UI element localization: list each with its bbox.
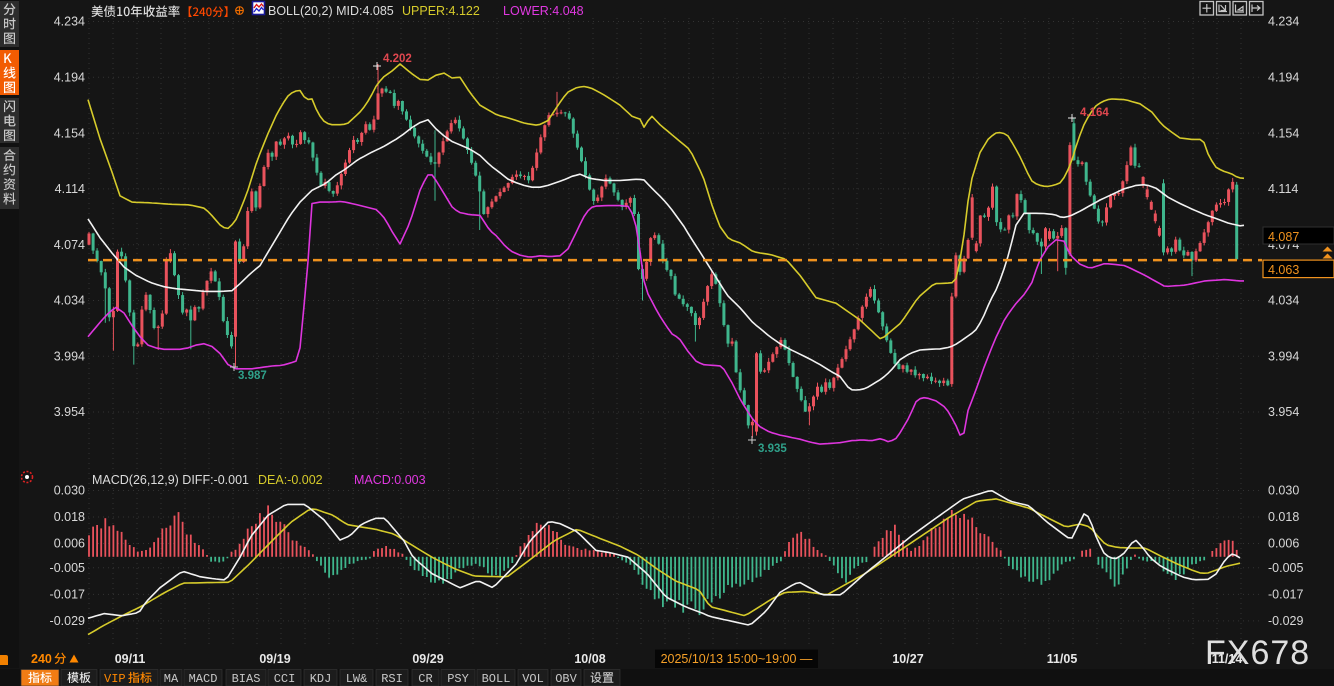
svg-text:CR: CR [418,672,432,686]
svg-text:09/29: 09/29 [412,652,443,666]
svg-text:0.018: 0.018 [54,510,85,524]
svg-text:DEA:-0.002: DEA:-0.002 [258,473,323,487]
svg-text:4.063: 4.063 [1268,263,1299,277]
svg-text:4.194: 4.194 [54,70,85,84]
svg-text:MACD:0.003: MACD:0.003 [354,473,426,487]
svg-text:0.006: 0.006 [1268,537,1299,551]
svg-text:4.087: 4.087 [1268,230,1299,244]
svg-text:BOLL: BOLL [482,672,511,686]
svg-text:BOLL(20,2) MID:4.085: BOLL(20,2) MID:4.085 [268,4,394,18]
svg-text:3.994: 3.994 [54,349,85,363]
svg-text:LW&: LW& [346,672,368,686]
svg-text:4.202: 4.202 [383,53,412,65]
svg-text:3.954: 3.954 [1268,405,1299,419]
svg-text:4.154: 4.154 [54,126,85,140]
svg-text:MACD: MACD [189,672,218,686]
svg-text:UPPER:4.122: UPPER:4.122 [402,4,480,18]
svg-text:240: 240 [31,652,52,666]
svg-text:-0.017: -0.017 [1268,588,1303,602]
svg-text:-0.005: -0.005 [50,561,85,575]
svg-text:-0.029: -0.029 [1268,614,1303,628]
svg-text:10/08: 10/08 [574,652,605,666]
svg-text:PSY: PSY [447,672,469,686]
svg-text:4.234: 4.234 [1268,15,1299,29]
svg-text:-0.017: -0.017 [50,588,85,602]
svg-text:4.194: 4.194 [1268,70,1299,84]
svg-text:4.234: 4.234 [54,15,85,29]
svg-text:VOL: VOL [522,672,544,686]
svg-text:KDJ: KDJ [310,672,332,686]
svg-text:0.030: 0.030 [1268,484,1299,498]
svg-text:0.006: 0.006 [54,537,85,551]
svg-text:OBV: OBV [555,672,577,686]
svg-text:09/19: 09/19 [259,652,290,666]
svg-text:CCI: CCI [274,672,296,686]
svg-text:4.114: 4.114 [1268,182,1298,196]
svg-text:4.034: 4.034 [1268,294,1299,308]
svg-text:-0.005: -0.005 [1268,561,1303,575]
svg-text:MA: MA [164,672,179,686]
svg-text:11/05: 11/05 [1047,652,1078,666]
svg-text:4.034: 4.034 [54,294,85,308]
svg-text:VIP: VIP [104,672,126,686]
svg-text:4.164: 4.164 [1080,107,1109,119]
svg-text:-0.029: -0.029 [50,614,85,628]
svg-text:10/27: 10/27 [892,652,923,666]
svg-text:3.994: 3.994 [1268,349,1299,363]
svg-text:LOWER:4.048: LOWER:4.048 [503,4,584,18]
svg-text:3.954: 3.954 [54,405,85,419]
svg-text:RSI: RSI [381,672,403,686]
svg-text:MACD(26,12,9) DIFF:-0.001: MACD(26,12,9) DIFF:-0.001 [92,473,249,487]
svg-text:FX678: FX678 [1205,634,1310,672]
svg-text:BIAS: BIAS [232,672,261,686]
svg-text:2025/10/13 15:00~19:00 —: 2025/10/13 15:00~19:00 — [661,652,813,666]
svg-text:09/11: 09/11 [115,652,146,666]
svg-text:4.154: 4.154 [1268,126,1299,140]
svg-text:0.018: 0.018 [1268,510,1299,524]
svg-text:3.987: 3.987 [238,370,267,382]
svg-text:4.074: 4.074 [54,238,85,252]
svg-text:3.935: 3.935 [758,443,787,455]
svg-text:0.030: 0.030 [54,484,85,498]
svg-text:4.114: 4.114 [55,182,85,196]
